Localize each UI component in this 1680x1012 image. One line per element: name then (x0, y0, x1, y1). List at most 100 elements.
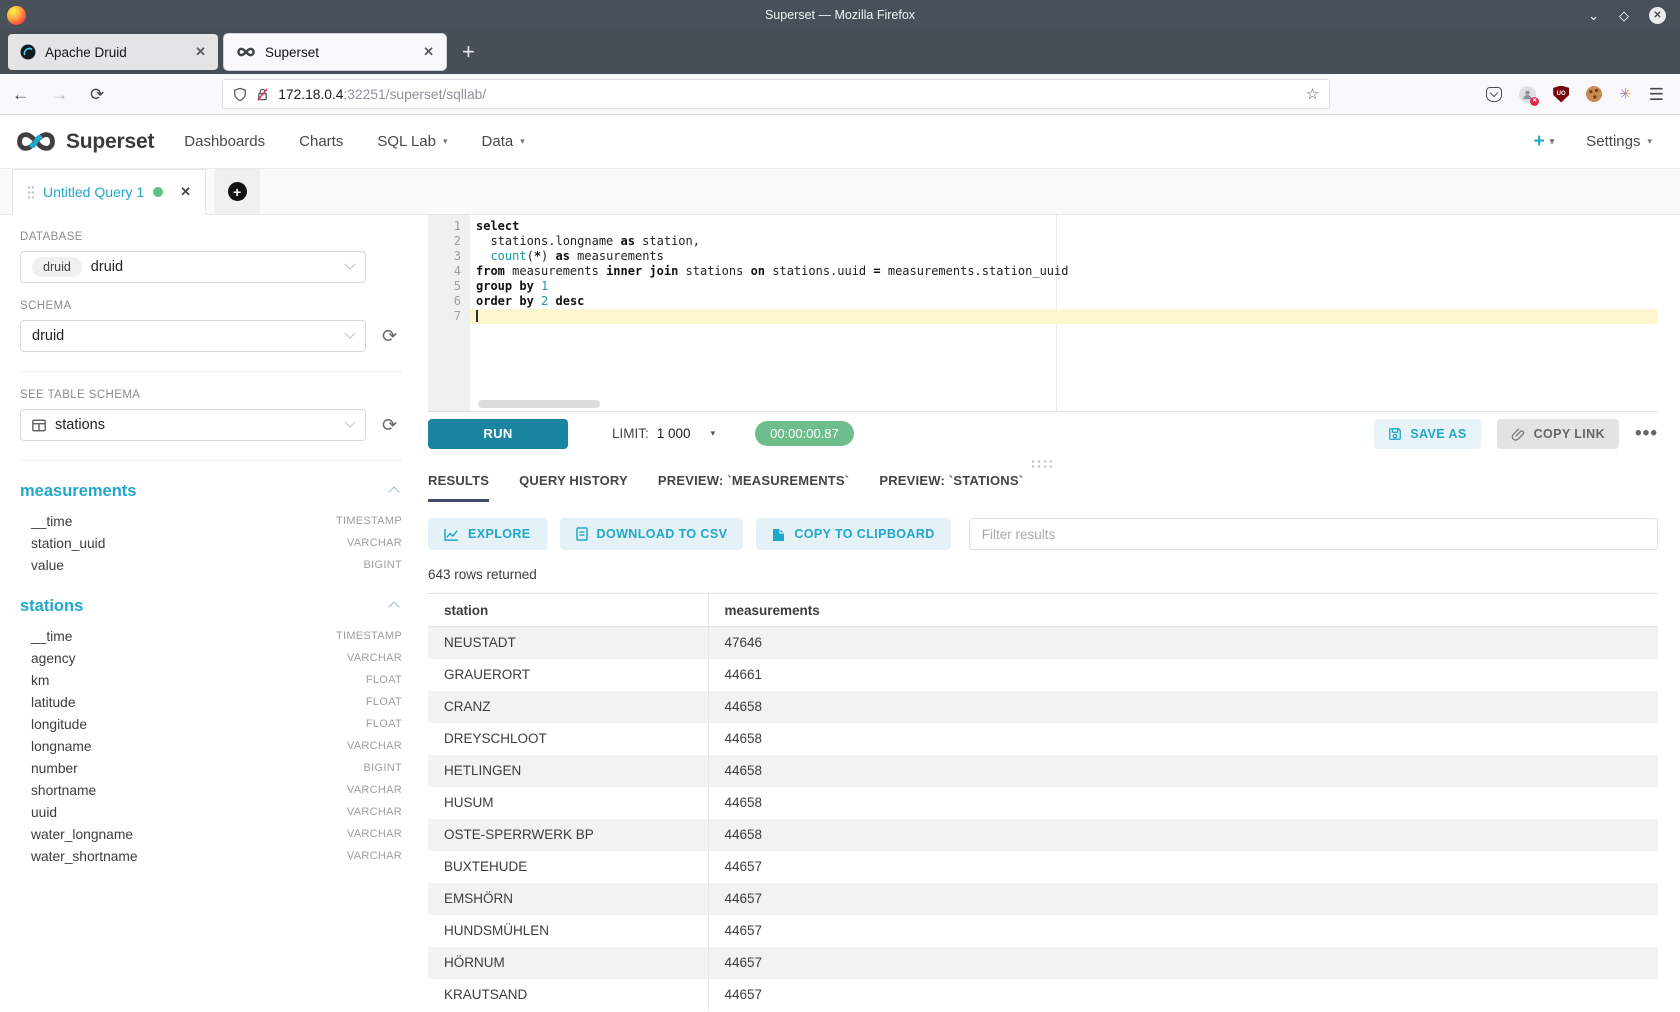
nav-item-data[interactable]: Data▾ (482, 133, 525, 150)
close-icon[interactable]: ✕ (180, 184, 191, 200)
settings-menu[interactable]: Settings▾ (1586, 133, 1652, 150)
table-row[interactable]: DREYSCHLOOT44658 (428, 723, 1658, 755)
sparkle-extension-icon[interactable]: ✳ (1619, 87, 1632, 102)
measurements-cell[interactable]: 44658 (708, 691, 1658, 723)
column-header[interactable]: measurements (708, 594, 1658, 627)
account-icon[interactable]: ✕ (1519, 86, 1536, 103)
column-row[interactable]: latitudeFLOAT (20, 691, 402, 713)
measurements-cell[interactable]: 44657 (708, 979, 1658, 1011)
results-tab[interactable]: PREVIEW: `STATIONS` (879, 473, 1023, 502)
column-row[interactable]: shortnameVARCHAR (20, 779, 402, 801)
column-row[interactable]: uuidVARCHAR (20, 801, 402, 823)
bookmark-star-icon[interactable]: ☆ (1306, 85, 1319, 103)
measurements-cell[interactable]: 44658 (708, 723, 1658, 755)
code-line[interactable]: from measurements inner join stations on… (470, 264, 1658, 279)
table-row[interactable]: HETLINGEN44658 (428, 755, 1658, 787)
column-row[interactable]: valueBIGINT (20, 554, 402, 576)
station-cell[interactable]: DREYSCHLOOT (428, 723, 708, 755)
column-row[interactable]: numberBIGINT (20, 757, 402, 779)
station-cell[interactable]: BUXTEHUDE (428, 851, 708, 883)
more-menu-icon[interactable]: ••• (1635, 424, 1658, 443)
column-row[interactable]: station_uuidVARCHAR (20, 532, 402, 554)
insecure-lock-icon[interactable] (256, 87, 269, 102)
column-header[interactable]: station (428, 594, 708, 627)
tab-close-icon[interactable]: ✕ (195, 44, 206, 60)
code-line[interactable] (470, 309, 1658, 324)
table-row[interactable]: KRAUTSAND44657 (428, 979, 1658, 1011)
run-button[interactable]: RUN (428, 419, 568, 449)
editor-code[interactable]: select stations.longname as station, cou… (470, 215, 1658, 411)
download-csv-button[interactable]: DOWNLOAD TO CSV (560, 518, 744, 550)
ublock-icon[interactable]: UO (1553, 86, 1569, 103)
browser-tab-superset[interactable]: Superset ✕ (224, 34, 446, 70)
column-row[interactable]: __timeTIMESTAMP (20, 510, 402, 532)
filter-results-input[interactable] (969, 518, 1658, 550)
menu-icon[interactable]: ☰ (1649, 86, 1664, 103)
column-row[interactable]: water_longnameVARCHAR (20, 823, 402, 845)
station-cell[interactable]: CRANZ (428, 691, 708, 723)
explore-button[interactable]: EXPLORE (428, 518, 547, 550)
new-tab-button[interactable]: + (462, 41, 475, 63)
new-query-tab[interactable]: + (214, 169, 260, 214)
column-row[interactable]: longitudeFLOAT (20, 713, 402, 735)
url-bar[interactable]: 172.18.0.4:32251/superset/sqllab/ ☆ (222, 79, 1330, 109)
window-minimize-icon[interactable]: ⌄ (1588, 9, 1599, 22)
column-row[interactable]: agencyVARCHAR (20, 647, 402, 669)
new-item-button[interactable]: +▾ (1534, 131, 1555, 153)
window-maximize-icon[interactable]: ◇ (1619, 9, 1629, 22)
copy-clipboard-button[interactable]: COPY TO CLIPBOARD (756, 518, 950, 550)
measurements-cell[interactable]: 44657 (708, 883, 1658, 915)
limit-dropdown[interactable]: LIMIT: 1 000 ▾ (612, 426, 715, 441)
tab-close-icon[interactable]: ✕ (423, 44, 434, 60)
superset-brand[interactable]: Superset (14, 129, 154, 154)
table-row[interactable]: EMSHÖRN44657 (428, 883, 1658, 915)
code-line[interactable]: stations.longname as station, (470, 234, 1658, 249)
copy-link-button[interactable]: COPY LINK (1497, 419, 1619, 449)
window-close-icon[interactable]: ✕ (1649, 7, 1666, 24)
query-tab-active[interactable]: Untitled Query 1 ✕ (12, 169, 206, 215)
results-header-row[interactable]: stationmeasurements (428, 594, 1658, 627)
station-cell[interactable]: HUNDSMÜHLEN (428, 915, 708, 947)
code-line[interactable]: select (470, 219, 1658, 234)
refresh-schemas-icon[interactable]: ⟳ (382, 327, 397, 345)
station-cell[interactable]: GRAUERORT (428, 659, 708, 691)
station-cell[interactable]: HETLINGEN (428, 755, 708, 787)
cookie-extension-icon[interactable] (1586, 86, 1602, 102)
station-cell[interactable]: NEUSTADT (428, 627, 708, 659)
collapse-icon[interactable] (388, 601, 399, 612)
table-section-header[interactable]: stations (20, 597, 402, 616)
nav-item-charts[interactable]: Charts (299, 133, 343, 150)
station-cell[interactable]: EMSHÖRN (428, 883, 708, 915)
back-icon[interactable]: ← (12, 86, 29, 103)
table-row[interactable]: HÖRNUM44657 (428, 947, 1658, 979)
sql-editor[interactable]: 1234567 select stations.longname as stat… (428, 215, 1658, 411)
table-row[interactable]: HUNDSMÜHLEN44657 (428, 915, 1658, 947)
results-tab[interactable]: QUERY HISTORY (519, 473, 628, 502)
measurements-cell[interactable]: 47646 (708, 627, 1658, 659)
drag-handle-icon[interactable] (27, 185, 34, 200)
url-text[interactable]: 172.18.0.4:32251/superset/sqllab/ (278, 87, 486, 102)
pocket-icon[interactable] (1486, 87, 1502, 102)
measurements-cell[interactable]: 44661 (708, 659, 1658, 691)
measurements-cell[interactable]: 44657 (708, 851, 1658, 883)
column-row[interactable]: kmFLOAT (20, 669, 402, 691)
column-row[interactable]: water_shortnameVARCHAR (20, 845, 402, 867)
code-line[interactable]: count(*) as measurements (470, 249, 1658, 264)
column-row[interactable]: longnameVARCHAR (20, 735, 402, 757)
results-tab[interactable]: PREVIEW: `MEASUREMENTS` (658, 473, 849, 502)
measurements-cell[interactable]: 44658 (708, 819, 1658, 851)
measurements-cell[interactable]: 44657 (708, 947, 1658, 979)
nav-item-dashboards[interactable]: Dashboards (184, 133, 265, 150)
refresh-tables-icon[interactable]: ⟳ (382, 416, 397, 434)
save-as-button[interactable]: SAVE AS (1374, 419, 1480, 449)
station-cell[interactable]: HUSUM (428, 787, 708, 819)
station-cell[interactable]: OSTE-SPERRWERK BP (428, 819, 708, 851)
table-row[interactable]: BUXTEHUDE44657 (428, 851, 1658, 883)
schema-select[interactable]: druid (20, 320, 366, 352)
measurements-cell[interactable]: 44658 (708, 787, 1658, 819)
table-row[interactable]: HUSUM44658 (428, 787, 1658, 819)
results-tab[interactable]: RESULTS (428, 473, 489, 502)
database-select[interactable]: druid druid (20, 251, 366, 283)
measurements-cell[interactable]: 44658 (708, 755, 1658, 787)
table-section-header[interactable]: measurements (20, 482, 402, 501)
